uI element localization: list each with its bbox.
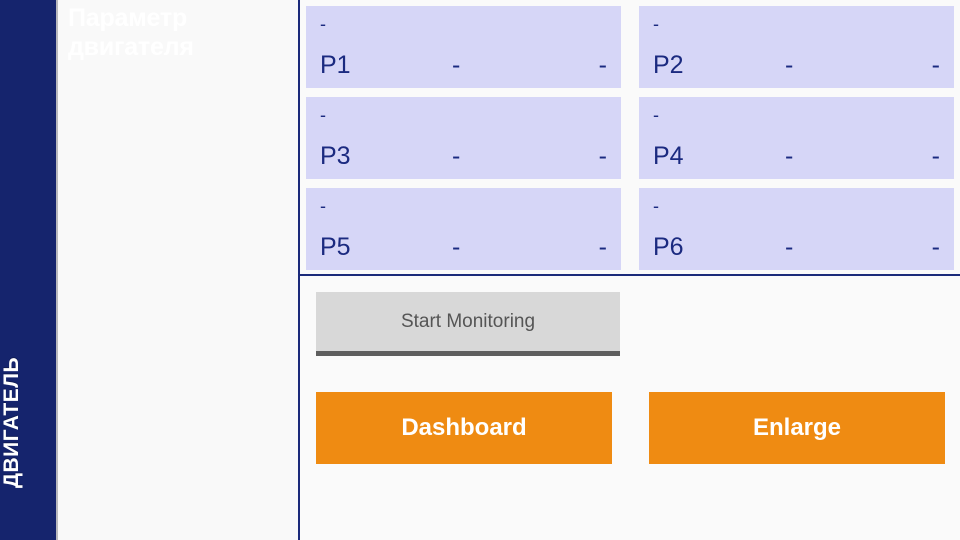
- parameter-right-value: -: [598, 142, 607, 170]
- parameter-unit: -: [653, 196, 659, 216]
- parameter-cards-grid: - P1 - - - P2 - - - P3 - - - P4 - - - P5…: [306, 6, 954, 270]
- parameter-value-row: P4 - -: [653, 144, 940, 173]
- parameter-card-p4[interactable]: - P4 - -: [639, 97, 954, 179]
- parameter-value-row: P6 - -: [653, 235, 940, 264]
- parameter-card-p1[interactable]: - P1 - -: [306, 6, 621, 88]
- dashboard-button[interactable]: Dashboard: [316, 392, 612, 464]
- parameter-side-panel: Параметр двигателя: [58, 0, 300, 540]
- parameter-right-value: -: [931, 233, 940, 261]
- engine-rail: ДВИГАТЕЛЬ: [0, 0, 58, 540]
- parameter-unit: -: [320, 14, 326, 34]
- main-content: - P1 - - - P2 - - - P3 - - - P4 - - - P5…: [300, 0, 960, 540]
- parameter-right-value: -: [598, 233, 607, 261]
- app-root: ДВИГАТЕЛЬ Параметр двигателя - P1 - - -: [0, 0, 960, 540]
- monitor-button-row: Start Monitoring: [308, 288, 952, 356]
- parameter-value-row: P3 - -: [320, 144, 607, 173]
- rail-label-engine: ДВИГАТЕЛЬ: [0, 356, 23, 488]
- parameter-name: P3: [320, 142, 351, 170]
- parameter-mid-value: -: [452, 142, 461, 170]
- parameter-right-value: -: [931, 51, 940, 79]
- enlarge-button[interactable]: Enlarge: [649, 392, 945, 464]
- parameter-card-p6[interactable]: - P6 - -: [639, 188, 954, 270]
- parameter-name: P6: [653, 233, 684, 261]
- parameter-card-p2[interactable]: - P2 - -: [639, 6, 954, 88]
- parameter-card-p5[interactable]: - P5 - -: [306, 188, 621, 270]
- parameter-mid-value: -: [452, 233, 461, 261]
- parameter-mid-value: -: [785, 51, 794, 79]
- parameter-cards-section: - P1 - - - P2 - - - P3 - - - P4 - - - P5…: [300, 0, 960, 276]
- actions-section: Start Monitoring Dashboard Enlarge: [300, 276, 960, 540]
- parameter-mid-value: -: [452, 51, 461, 79]
- start-monitoring-button[interactable]: Start Monitoring: [316, 292, 620, 356]
- parameter-mid-value: -: [785, 142, 794, 170]
- page-title: Параметр двигателя: [68, 4, 194, 61]
- parameter-right-value: -: [598, 51, 607, 79]
- parameter-mid-value: -: [785, 233, 794, 261]
- parameter-unit: -: [653, 14, 659, 34]
- parameter-value-row: P5 - -: [320, 235, 607, 264]
- parameter-name: P5: [320, 233, 351, 261]
- parameter-name: P4: [653, 142, 684, 170]
- parameter-unit: -: [320, 105, 326, 125]
- primary-button-row: Dashboard Enlarge: [316, 392, 952, 464]
- parameter-value-row: P2 - -: [653, 53, 940, 82]
- parameter-right-value: -: [931, 142, 940, 170]
- parameter-value-row: P1 - -: [320, 53, 607, 82]
- parameter-name: P2: [653, 51, 684, 79]
- parameter-card-p3[interactable]: - P3 - -: [306, 97, 621, 179]
- parameter-unit: -: [320, 196, 326, 216]
- parameter-unit: -: [653, 105, 659, 125]
- parameter-name: P1: [320, 51, 351, 79]
